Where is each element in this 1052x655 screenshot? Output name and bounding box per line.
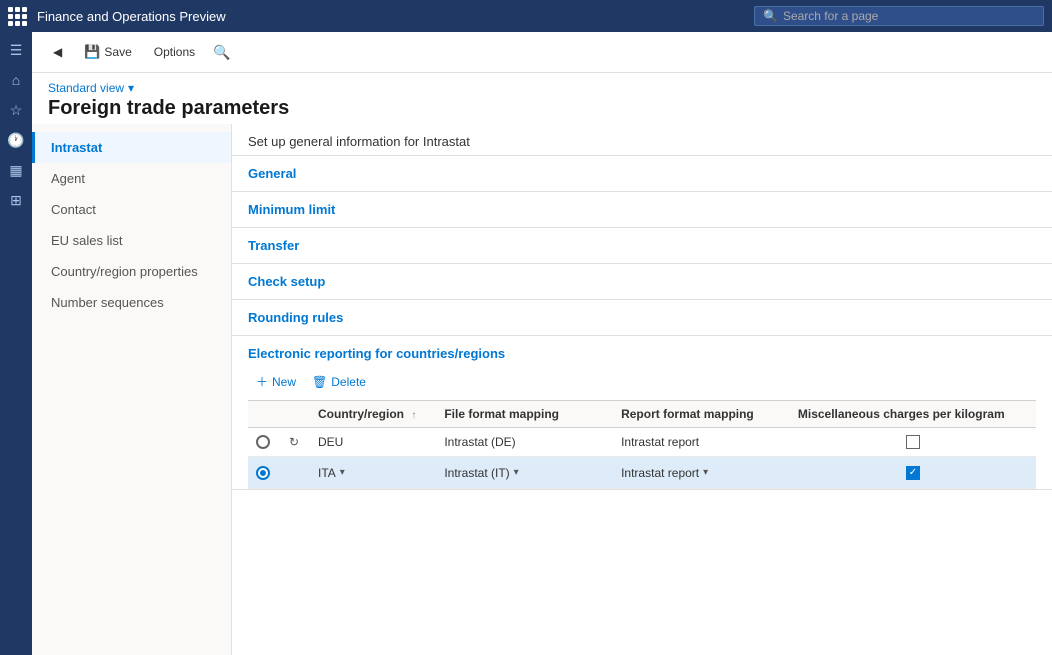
- col-header-radio: [248, 401, 278, 428]
- er-table: Country/region ↑ File format mapping Rep…: [248, 400, 1036, 489]
- options-button[interactable]: Options: [145, 40, 204, 64]
- trash-icon: 🗑: [312, 375, 327, 389]
- cell-country-ita[interactable]: ITA ▾: [310, 457, 436, 489]
- cell-file-deu[interactable]: Intrastat (DE): [436, 428, 613, 457]
- er-section: Electronic reporting for countries/regio…: [232, 336, 1052, 490]
- col-header-misc: Miscellaneous charges per kilogram: [790, 401, 1036, 428]
- cell-report-deu[interactable]: Intrastat report: [613, 428, 790, 457]
- table-toolbar: ＋ New 🗑 Delete: [248, 369, 1036, 394]
- sidebar-item-agent[interactable]: Agent: [32, 163, 231, 194]
- sidebar-item-contact[interactable]: Contact: [32, 194, 231, 225]
- section-minimum-limit[interactable]: Minimum limit: [232, 192, 1052, 228]
- page-header: Standard view ▾ Foreign trade parameters: [32, 73, 1052, 124]
- app-grid-icon[interactable]: [8, 7, 27, 26]
- hamburger-menu-icon[interactable]: ☰: [2, 36, 30, 64]
- cell-file-ita[interactable]: Intrastat (IT) ▾: [436, 457, 613, 489]
- col-header-report: Report format mapping: [613, 401, 790, 428]
- cell-report-ita[interactable]: Intrastat report ▾: [613, 457, 790, 489]
- workspaces-icon[interactable]: ▦: [2, 156, 30, 184]
- global-search[interactable]: 🔍: [754, 6, 1044, 26]
- favorites-icon[interactable]: ☆: [2, 96, 30, 124]
- home-icon[interactable]: ⌂: [2, 66, 30, 94]
- body-layout: Intrastat Agent Contact EU sales list Co…: [32, 124, 1052, 655]
- delete-button[interactable]: 🗑 Delete: [304, 371, 374, 393]
- sidebar-item-number-sequences[interactable]: Number sequences: [32, 287, 231, 318]
- misc-checkbox-ita[interactable]: ✓: [906, 466, 920, 480]
- app-layout: ☰ ⌂ ☆ 🕐 ▦ ⊞ ◀ 💾 Save Options 🔍: [0, 32, 1052, 655]
- plus-icon: ＋: [256, 373, 268, 390]
- cell-country-deu[interactable]: DEU: [310, 428, 436, 457]
- save-icon: 💾: [84, 44, 100, 60]
- chevron-down-icon: ▾: [128, 81, 134, 95]
- col-header-country[interactable]: Country/region ↑: [310, 401, 436, 428]
- page-toolbar: ◀ 💾 Save Options 🔍: [32, 32, 1052, 73]
- main-content: Set up general information for Intrastat…: [232, 124, 1052, 655]
- cell-misc-deu[interactable]: [790, 428, 1036, 457]
- search-icon: 🔍: [213, 44, 230, 61]
- col-header-refresh: [278, 401, 310, 428]
- row-radio-deu[interactable]: [256, 435, 270, 449]
- section-check-setup[interactable]: Check setup: [232, 264, 1052, 300]
- cell-misc-ita[interactable]: ✓: [790, 457, 1036, 489]
- icon-rail: ☰ ⌂ ☆ 🕐 ▦ ⊞: [0, 32, 32, 655]
- back-icon: ◀: [53, 45, 62, 59]
- search-input[interactable]: [783, 9, 1023, 23]
- refresh-icon-deu[interactable]: ↻: [286, 434, 302, 450]
- app-title: Finance and Operations Preview: [37, 9, 754, 24]
- standard-view-selector[interactable]: Standard view ▾: [48, 81, 1036, 95]
- file-dropdown-arrow[interactable]: ▾: [514, 467, 519, 478]
- report-dropdown-arrow[interactable]: ▾: [703, 467, 708, 478]
- content-area: ◀ 💾 Save Options 🔍 Standard view ▾ Forei…: [32, 32, 1052, 655]
- sidebar-item-eu-sales[interactable]: EU sales list: [32, 225, 231, 256]
- intrastat-subtitle: Set up general information for Intrastat: [248, 134, 470, 149]
- sort-icon: ↑: [411, 410, 416, 421]
- table-row[interactable]: ↻ DEU Intrastat (DE) Intrastat report: [248, 428, 1036, 457]
- modules-icon[interactable]: ⊞: [2, 186, 30, 214]
- section-rounding-rules[interactable]: Rounding rules: [232, 300, 1052, 336]
- row-radio-ita[interactable]: [256, 466, 270, 480]
- er-title: Electronic reporting for countries/regio…: [248, 346, 1036, 361]
- section-general[interactable]: General: [232, 156, 1052, 192]
- toolbar-search-button[interactable]: 🔍: [208, 38, 236, 66]
- sidebar-item-country-region[interactable]: Country/region properties: [32, 256, 231, 287]
- table-row[interactable]: ITA ▾ Intrastat (IT) ▾: [248, 457, 1036, 489]
- new-button[interactable]: ＋ New: [248, 369, 304, 394]
- recent-icon[interactable]: 🕐: [2, 126, 30, 154]
- misc-checkbox-deu[interactable]: [906, 435, 920, 449]
- page-title: Foreign trade parameters: [48, 97, 1036, 120]
- left-nav: Intrastat Agent Contact EU sales list Co…: [32, 124, 232, 655]
- save-button[interactable]: 💾 Save: [75, 39, 141, 65]
- back-button[interactable]: ◀: [44, 40, 71, 64]
- col-header-file: File format mapping: [436, 401, 613, 428]
- search-icon: 🔍: [763, 9, 778, 23]
- section-transfer[interactable]: Transfer: [232, 228, 1052, 264]
- country-dropdown-arrow[interactable]: ▾: [340, 467, 345, 478]
- refresh-icon-ita[interactable]: [286, 463, 302, 479]
- sidebar-item-intrastat[interactable]: Intrastat: [32, 132, 231, 163]
- top-bar: Finance and Operations Preview 🔍: [0, 0, 1052, 32]
